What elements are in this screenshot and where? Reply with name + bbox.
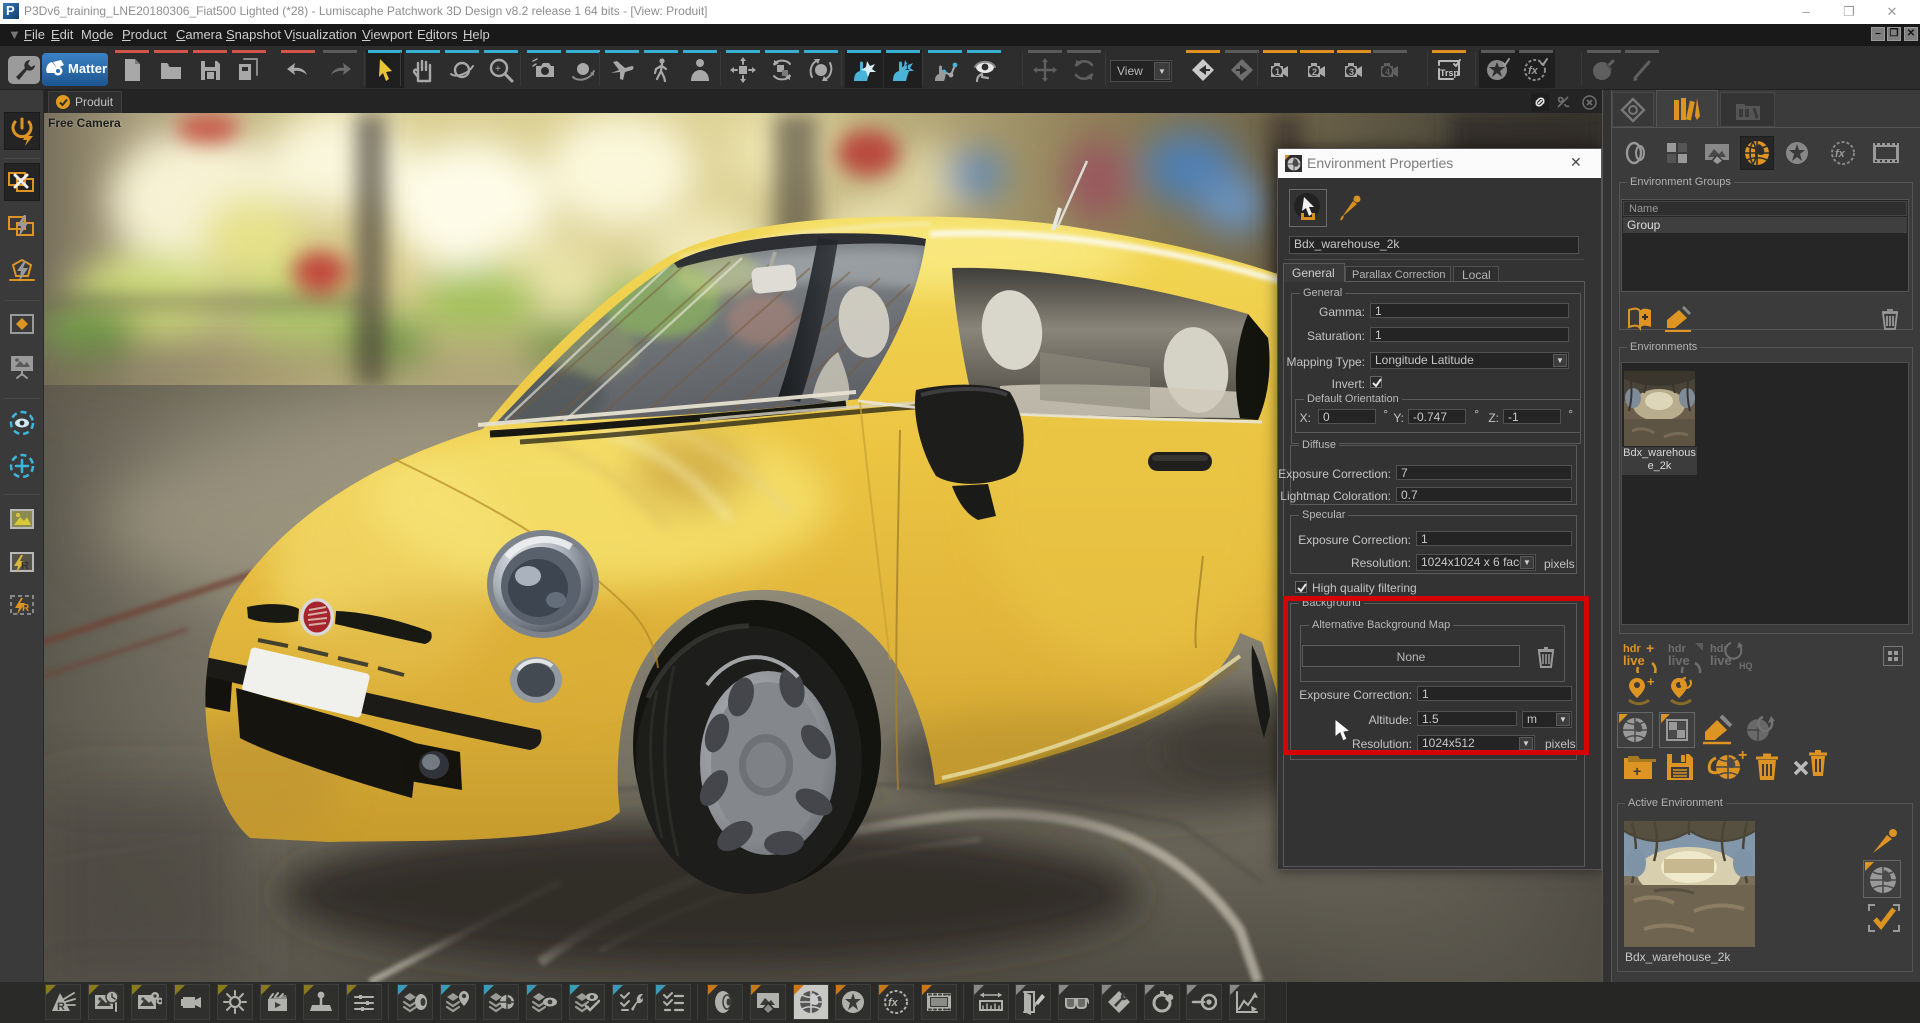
svg-text:Trsp: Trsp bbox=[1440, 68, 1460, 78]
svg-text:fx: fx bbox=[888, 997, 899, 1009]
svg-text:R: R bbox=[21, 560, 29, 572]
svg-text:R: R bbox=[22, 603, 30, 614]
svg-text:+: + bbox=[1647, 676, 1655, 689]
svg-text:live: live bbox=[1623, 653, 1645, 668]
svg-text:4: 4 bbox=[1385, 67, 1390, 77]
svg-text:1: 1 bbox=[905, 63, 910, 72]
svg-text:HQ: HQ bbox=[1739, 661, 1753, 671]
svg-text:+: + bbox=[1646, 641, 1654, 656]
svg-text:fx: fx bbox=[1528, 65, 1539, 77]
svg-text:live: live bbox=[1710, 653, 1732, 668]
svg-text:+: + bbox=[1633, 763, 1641, 779]
svg-text:R: R bbox=[57, 1001, 65, 1013]
svg-text:fx: fx bbox=[1835, 148, 1846, 160]
svg-text:+: + bbox=[495, 64, 501, 75]
svg-text:1: 1 bbox=[1275, 67, 1280, 77]
svg-text:3: 3 bbox=[1349, 67, 1354, 77]
svg-text:live: live bbox=[1668, 653, 1690, 668]
svg-text:+: + bbox=[1738, 750, 1747, 764]
svg-text:2: 2 bbox=[1312, 67, 1317, 77]
